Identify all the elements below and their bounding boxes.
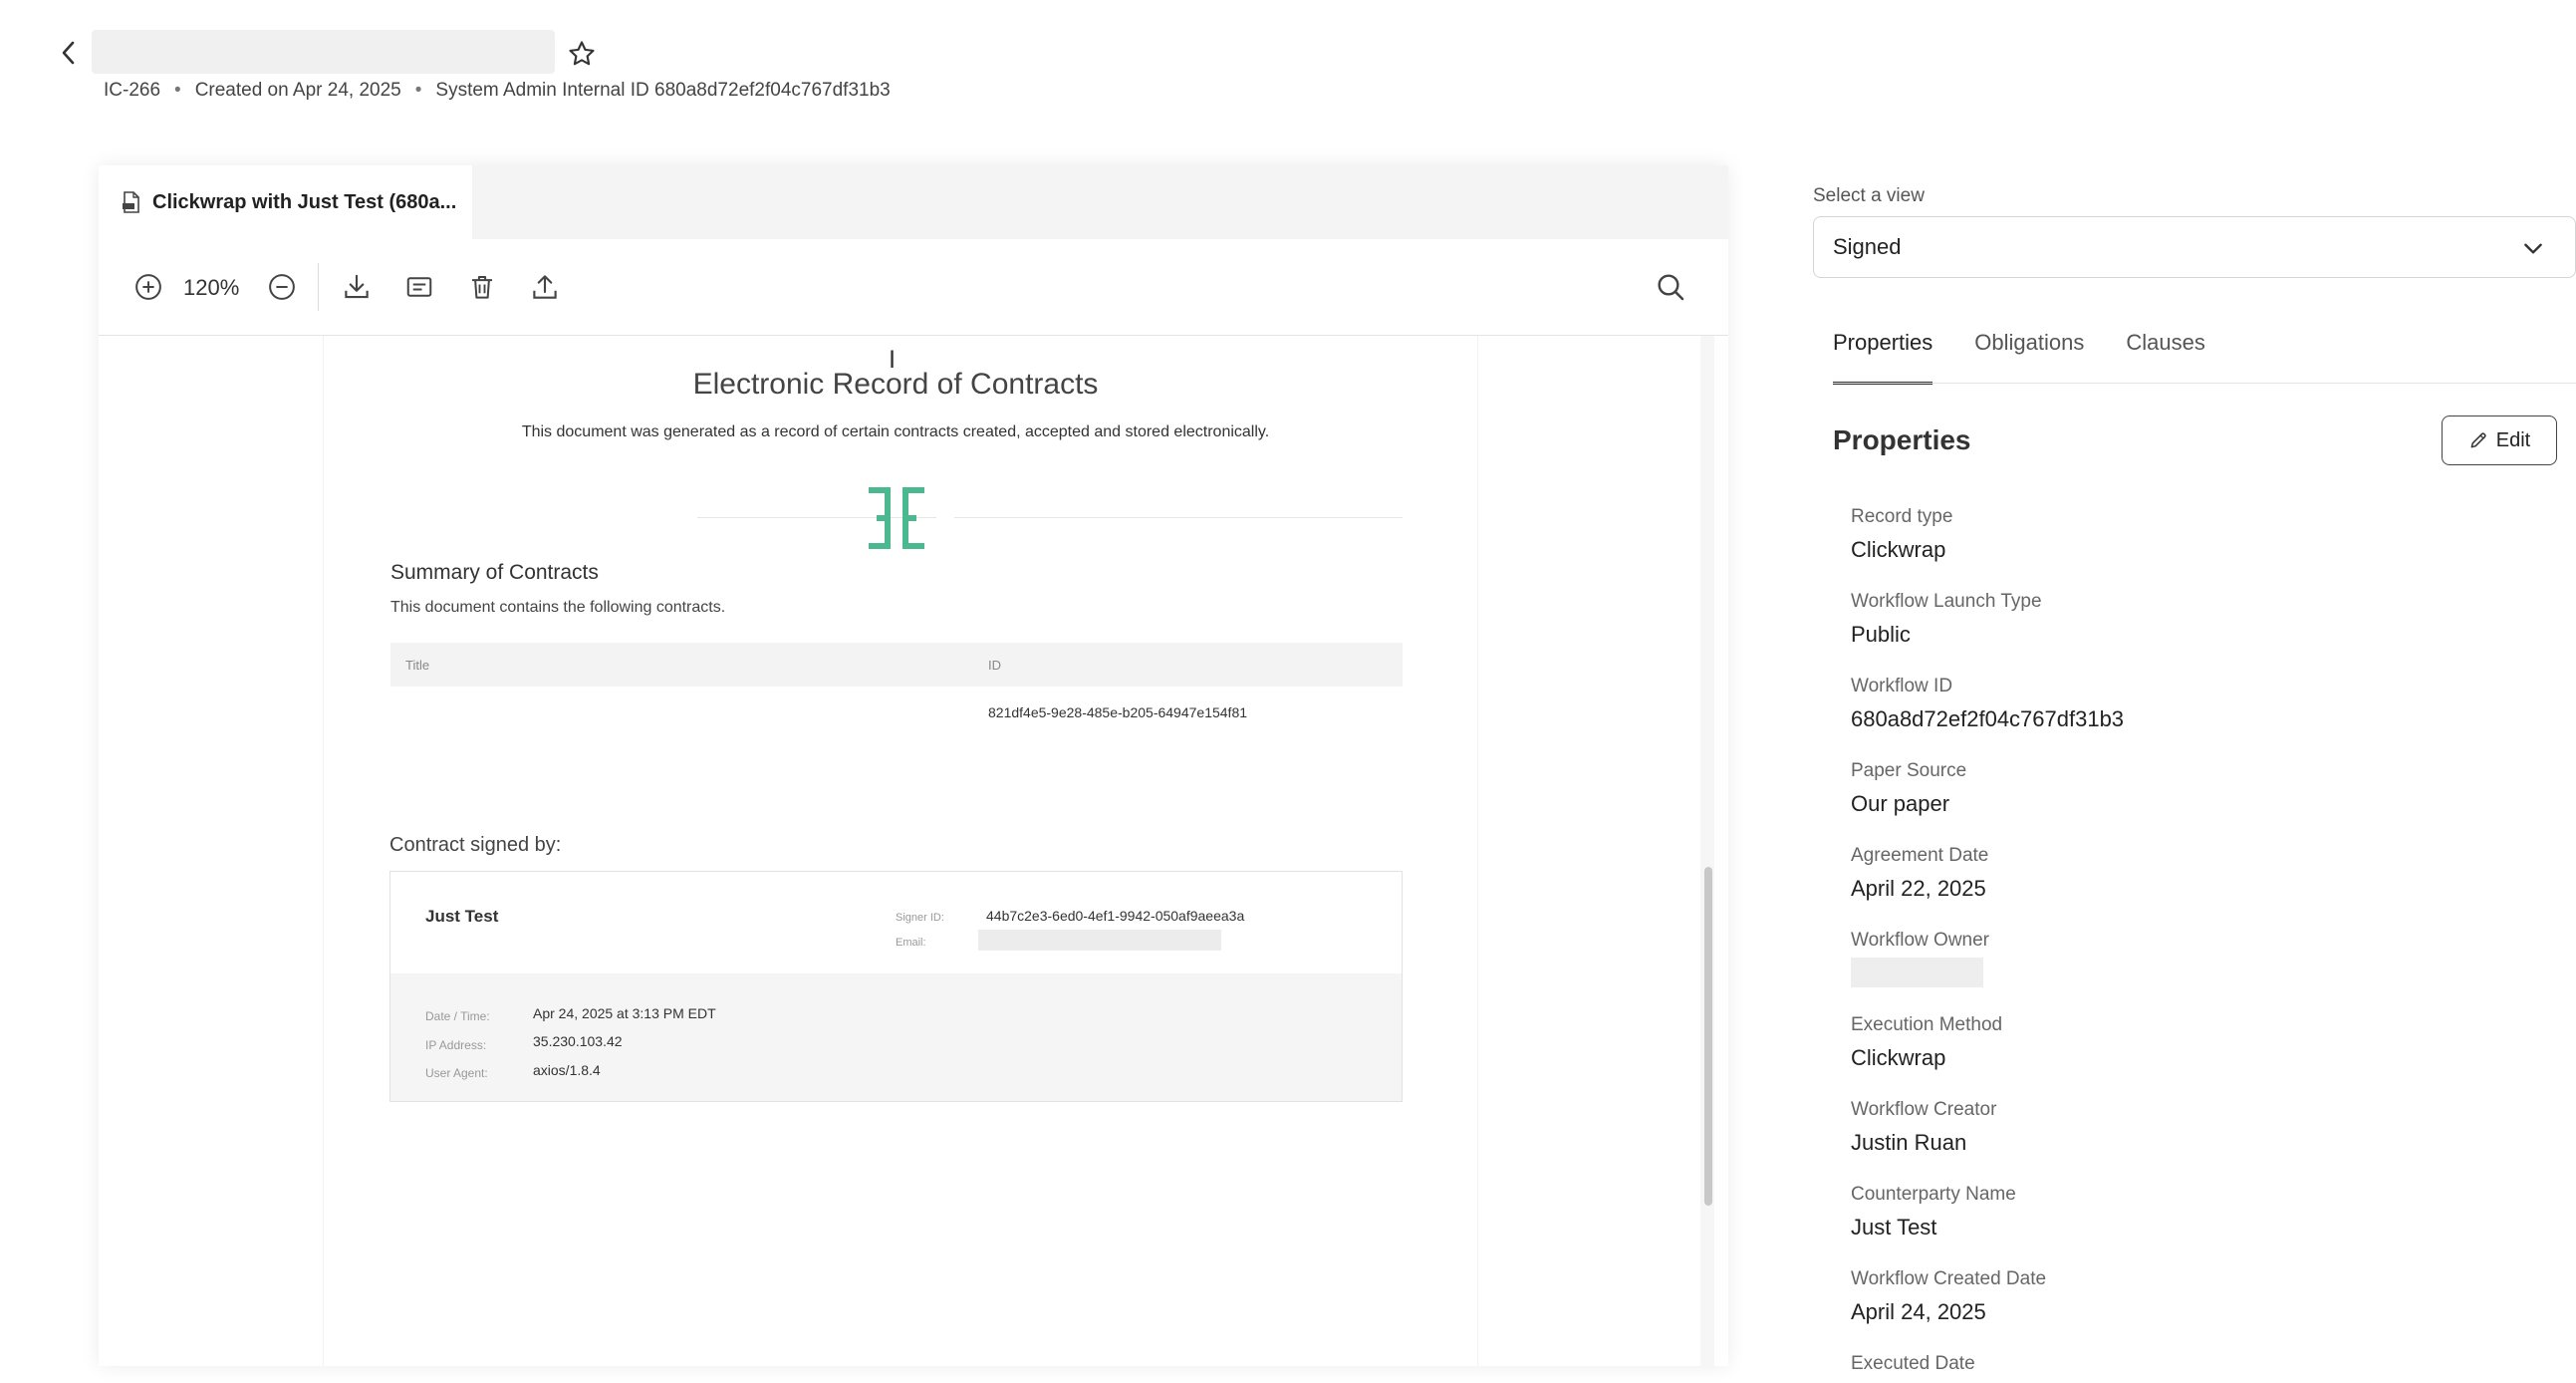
property-workflow-launch-type: Workflow Launch Type Public [1851, 591, 2042, 647]
share-upload-icon [533, 275, 557, 299]
document-scrollbar-track[interactable] [1700, 336, 1714, 1366]
zoom-level: 120% [183, 275, 240, 300]
properties-heading: Properties [1833, 424, 1971, 455]
property-workflow-creator: Workflow Creator Justin Ruan [1851, 1099, 1997, 1155]
chevron-down-icon [2524, 243, 2542, 254]
comment-icon [406, 277, 432, 297]
zoom-in-button[interactable] [129, 267, 168, 307]
summary-subtitle: This document contains the following con… [390, 599, 726, 616]
document-search-button[interactable] [1651, 267, 1690, 307]
view-select[interactable]: Signed [1813, 216, 2576, 278]
internal-id: System Admin Internal ID 680a8d72ef2f04c… [435, 80, 891, 101]
property-execution-method: Execution Method Clickwrap [1851, 1014, 2003, 1070]
chevron-left-icon [62, 41, 75, 65]
zoom-in-icon [135, 274, 161, 300]
user-agent-value: axios/1.8.4 [533, 1062, 601, 1078]
document-page-area: Electronic Record of Contracts This docu… [99, 336, 1728, 1366]
tab-obligations[interactable]: Obligations [1974, 319, 2084, 385]
brand-logo-icon [869, 487, 924, 549]
property-counterparty-name: Counterparty Name Just Test [1851, 1184, 2016, 1240]
property-agreement-date: Agreement Date April 22, 2025 [1851, 845, 1989, 901]
viewer-toolbar: 120% [99, 239, 1728, 336]
tab-clauses[interactable]: Clauses [2126, 319, 2204, 385]
pdf-file-icon [123, 191, 140, 213]
select-view-label: Select a view [1813, 185, 1925, 206]
tab-properties[interactable]: Properties [1833, 319, 1933, 385]
toolbar-divider [318, 263, 319, 311]
panel-tabs: Properties Obligations Clauses [1833, 319, 2205, 385]
comment-button[interactable] [399, 267, 439, 307]
ip-value: 35.230.103.42 [533, 1033, 623, 1049]
signer-id-value: 44b7c2e3-6ed0-4ef1-9942-050af9aeea3a [986, 908, 1245, 924]
document-tab-label: Clickwrap with Just Test (680a... [152, 190, 457, 213]
contract-id-cell: 821df4e5-9e28-485e-b205-64947e154f81 [988, 704, 1248, 720]
created-date: Created on Apr 24, 2025 [194, 80, 401, 101]
property-workflow-id: Workflow ID 680a8d72ef2f04c767df31b3 [1851, 676, 2125, 731]
summary-title: Summary of Contracts [390, 561, 599, 584]
user-agent-label: User Agent: [425, 1066, 488, 1080]
record-meta: IC-266 • Created on Apr 24, 2025 • Syste… [104, 80, 891, 101]
datetime-label: Date / Time: [425, 1009, 490, 1023]
search-icon [1658, 274, 1684, 301]
workflow-owner-redacted [1851, 958, 1983, 987]
email-label: Email: [896, 937, 926, 949]
delete-button[interactable] [462, 267, 502, 307]
share-button[interactable] [525, 267, 565, 307]
document-viewer: Clickwrap with Just Test (680a... 120% E… [99, 165, 1728, 1366]
record-title-redacted [92, 30, 555, 74]
document-scrollbar-thumb[interactable] [1704, 867, 1712, 1206]
pencil-icon [2470, 432, 2486, 448]
signed-by-heading: Contract signed by: [389, 834, 562, 856]
property-record-type: Record type Clickwrap [1851, 506, 1953, 562]
signer-name: Just Test [425, 907, 499, 926]
back-button[interactable] [52, 36, 86, 70]
datetime-value: Apr 24, 2025 at 3:13 PM EDT [533, 1005, 716, 1021]
zoom-out-button[interactable] [262, 267, 302, 307]
column-header-id: ID [988, 658, 1001, 673]
property-workflow-owner: Workflow Owner [1851, 930, 1989, 987]
document-tab[interactable]: Clickwrap with Just Test (680a... [99, 165, 472, 239]
trash-icon [472, 276, 492, 299]
edit-button[interactable]: Edit [2442, 415, 2557, 465]
zoom-out-icon [269, 274, 295, 300]
ip-label: IP Address: [425, 1038, 487, 1052]
contracts-table-header [390, 643, 1403, 687]
property-executed-date: Executed Date [1851, 1353, 1975, 1369]
column-header-title: Title [405, 658, 430, 673]
edit-button-label: Edit [2495, 428, 2531, 451]
download-button[interactable] [337, 267, 377, 307]
property-paper-source: Paper Source Our paper [1851, 760, 1967, 816]
favorite-button[interactable] [564, 36, 600, 72]
record-code: IC-266 [104, 80, 161, 101]
email-redacted [978, 930, 1221, 951]
download-icon [345, 274, 369, 299]
signer-id-label: Signer ID: [896, 912, 944, 924]
document-subtitle: This document was generated as a record … [521, 423, 1270, 440]
text-cursor-icon: I [889, 346, 897, 374]
property-workflow-created-date: Workflow Created Date April 24, 2025 [1851, 1268, 2047, 1324]
view-select-value: Signed [1833, 234, 1902, 259]
star-outline-icon [569, 41, 595, 66]
